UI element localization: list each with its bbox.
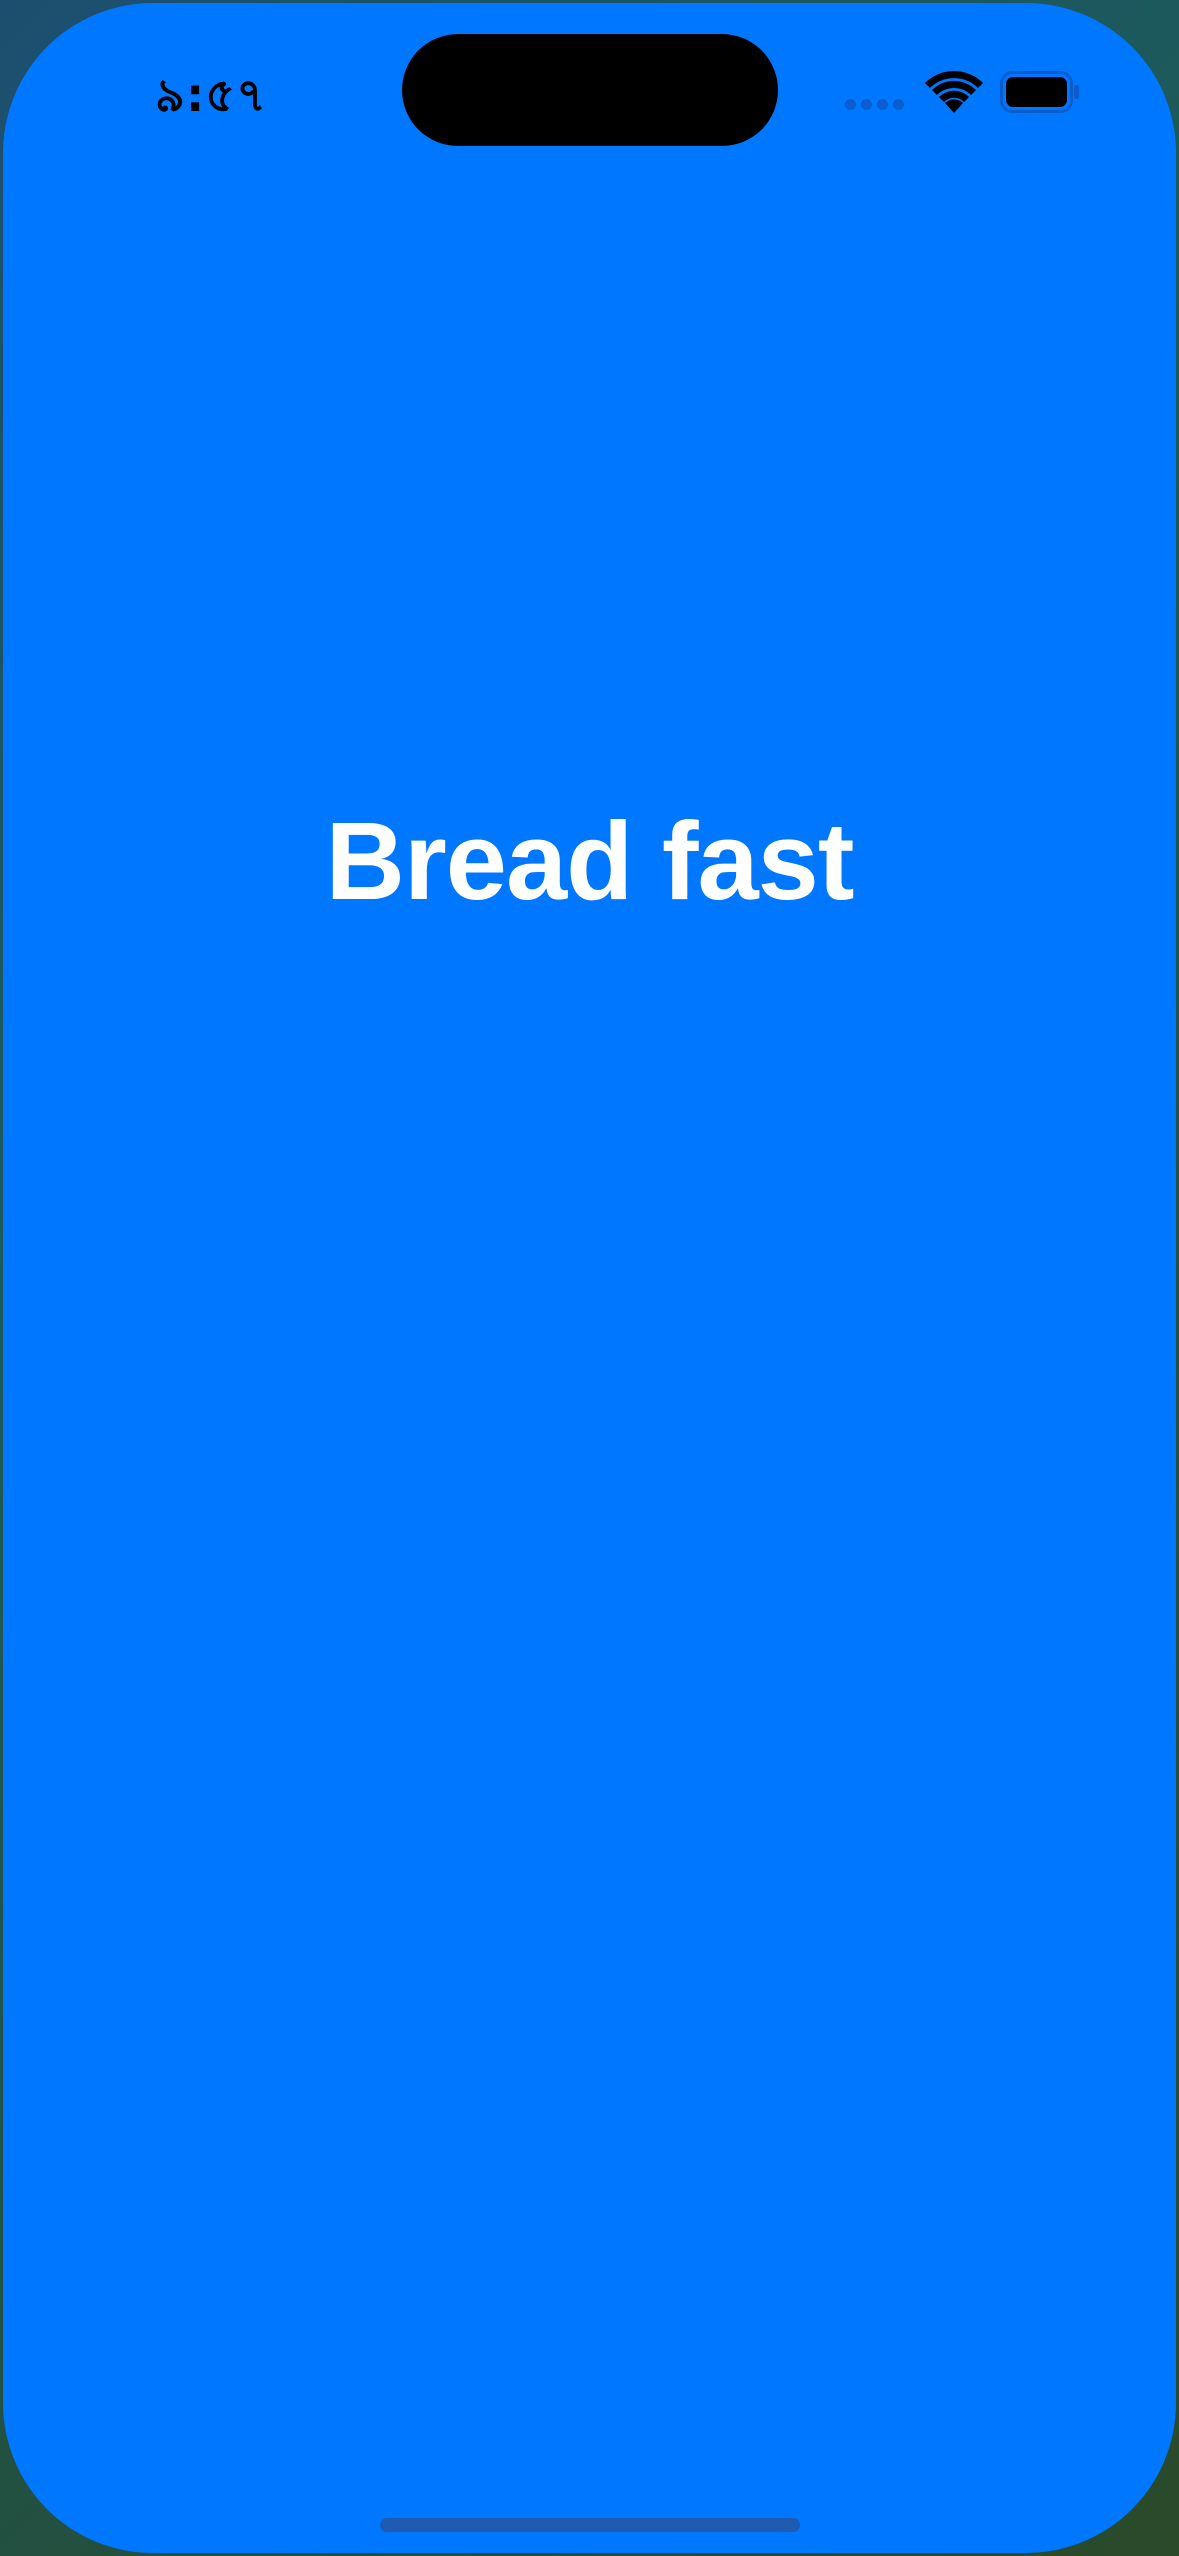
dynamic-island [402, 34, 778, 146]
page-title: Bread fast [325, 800, 855, 923]
cellular-signal-icon [845, 99, 907, 113]
battery-icon [1000, 71, 1080, 113]
wifi-icon [925, 69, 983, 115]
status-bar: ৯:৫৭ [3, 3, 1176, 183]
phone-screen: ৯:৫৭ Bread fast [3, 3, 1176, 2553]
home-indicator[interactable] [380, 2518, 800, 2532]
status-time: ৯:৫৭ [155, 68, 268, 122]
